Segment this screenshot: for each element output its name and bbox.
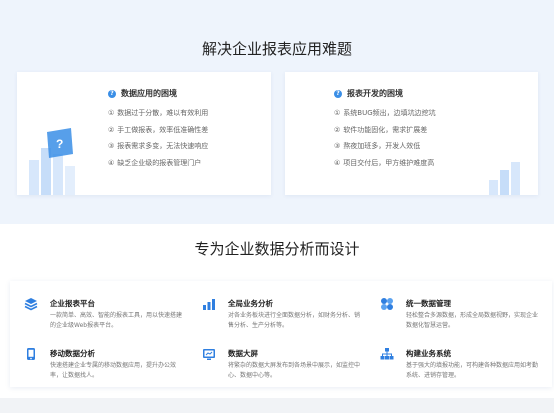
pinwheel-icon: [381, 298, 393, 310]
pain-point-item: ④ 项目交付后，甲方维护难度高: [334, 158, 435, 167]
bar-chart-icon: [203, 299, 215, 310]
feature-description: 轻松整合多源数据，形成全局数据视野，实现企业数据化智慧运营。: [406, 312, 539, 329]
problem-card-report-development: ? 报表开发的困境 ① 系统BUG频出，边填坑边挖坑 ② 软件功能固化，需求扩展差 …: [285, 72, 538, 195]
pain-point-item: ① 系统BUG频出，边填坑边挖坑: [334, 109, 436, 117]
pain-point-item: ① 数据过于分散，难以有效利用: [108, 109, 209, 117]
feature-title: 全局业务分析: [228, 299, 273, 308]
card-heading: ? 报表开发的困境: [334, 88, 403, 99]
hierarchy-icon: [380, 348, 394, 360]
pain-point-item: ② 手工做报表，效率低准确性差: [108, 125, 209, 134]
card-heading-text: 报表开发的困境: [347, 89, 403, 98]
footer-strip: [0, 398, 554, 413]
data-bars-illustration: ?: [29, 128, 75, 195]
feature-description: 一款简单、高效、智能的报表工具，用以快速搭建的企业级Web报表平台。: [50, 312, 183, 329]
card-heading: ? 数据应用的困境: [108, 88, 177, 99]
card-heading-text: 数据应用的困境: [121, 89, 177, 98]
feature-grid: 企业报表平台 一款简单、高效、智能的报表工具，用以快速搭建的企业级Web报表平台…: [10, 281, 552, 387]
feature-title: 企业报表平台: [50, 299, 95, 308]
growth-bars-illustration: [489, 162, 520, 195]
pain-point-item: ③ 熬夜加班多，开发人效低: [334, 142, 421, 150]
design-title: 专为企业数据分析而设计: [194, 240, 360, 258]
pain-point-item: ③ 报表需求多变，无法快速响应: [108, 142, 209, 150]
problem-card-data-application: ? ? 数据应用的困境 ① 数据过于分散，难以有效利用 ② 手工做报表，效率低准确性…: [17, 72, 271, 195]
feature-description: 快速搭建企业专属的移动数据应用，提升办公效率，让数据找人。: [50, 362, 177, 379]
question-icon: ?: [334, 89, 342, 98]
feature-title: 构建业务系统: [406, 349, 451, 358]
feature-description: 基于强大的填报功能，可构建各种数据应用如考勤系统、进销存管理。: [406, 362, 539, 379]
pain-point-item: ② 软件功能固化，需求扩展差: [334, 125, 428, 134]
svg-text:?: ?: [56, 137, 63, 151]
pain-point-list: ① 系统BUG频出，边填坑边挖坑 ② 软件功能固化，需求扩展差 ③ 熬夜加班多，开发人…: [334, 109, 436, 175]
feature-title: 统一数据管理: [406, 299, 451, 308]
feature-title: 移动数据分析: [50, 349, 95, 358]
pain-point-list: ① 数据过于分散，难以有效利用 ② 手工做报表，效率低准确性差 ③ 报表需求多变，无法…: [108, 109, 208, 175]
mobile-icon: [27, 348, 35, 360]
layers-icon: [24, 298, 38, 311]
pain-point-item: ④ 缺乏企业级的报表管理门户: [108, 158, 202, 167]
problems-title: 解决企业报表应用难题: [201, 40, 352, 58]
feature-description: 将繁杂的数据大屏发布到各场景中展示，如监控中心、数据中心等。: [228, 362, 361, 379]
feature-description: 对各业务板块进行全面数据分析，如财务分析、销售分析、生产分析等。: [228, 312, 361, 329]
monitor-icon: [203, 349, 215, 360]
question-icon: ?: [108, 89, 116, 98]
feature-title: 数据大屏: [228, 349, 258, 358]
